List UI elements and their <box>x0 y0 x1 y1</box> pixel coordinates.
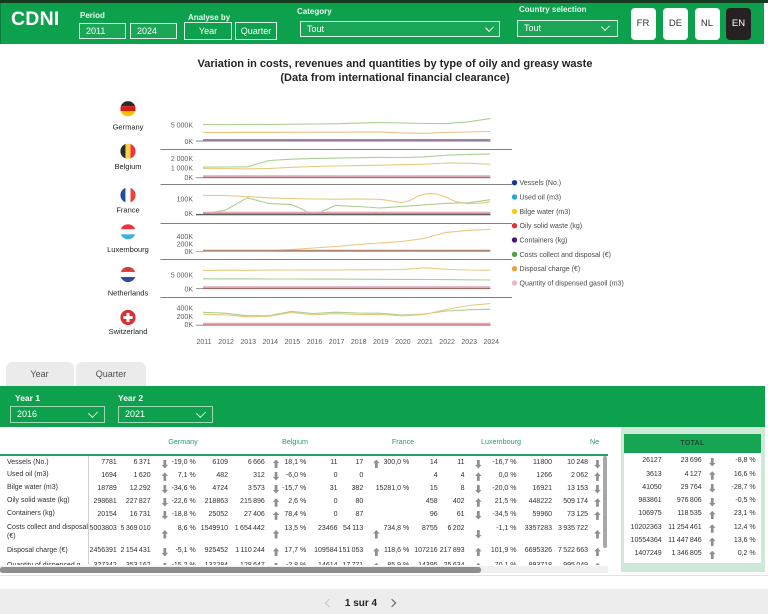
svg-text:Used oil (m3): Used oil (m3) <box>520 194 562 201</box>
svg-text:Costs collect and disposal (€): Costs collect and disposal (€) <box>520 252 611 259</box>
svg-text:2014: 2014 <box>263 339 279 346</box>
svg-text:2016: 2016 <box>307 339 323 346</box>
svg-text:5 000K: 5 000K <box>171 273 194 280</box>
svg-text:2024: 2024 <box>484 339 500 346</box>
svg-text:2011: 2011 <box>196 339 211 346</box>
svg-text:0K: 0K <box>184 211 193 218</box>
svg-text:2015: 2015 <box>285 339 301 346</box>
svg-text:200K: 200K <box>177 242 194 249</box>
svg-text:Disposal charge (€): Disposal charge (€) <box>520 266 581 273</box>
svg-text:Netherlands: Netherlands <box>108 288 149 297</box>
svg-text:0K: 0K <box>184 249 193 256</box>
svg-text:2 000K: 2 000K <box>171 156 194 163</box>
svg-text:2021: 2021 <box>417 339 433 346</box>
svg-text:2017: 2017 <box>329 339 345 346</box>
svg-text:0K: 0K <box>184 175 193 182</box>
svg-text:France: France <box>116 206 139 215</box>
svg-text:1 000K: 1 000K <box>171 166 194 173</box>
svg-text:Containers (kg): Containers (kg) <box>520 237 568 244</box>
svg-text:Vessels (No.): Vessels (No.) <box>520 180 562 187</box>
svg-text:2023: 2023 <box>461 339 477 346</box>
svg-text:100K: 100K <box>177 197 194 204</box>
svg-text:2022: 2022 <box>439 339 455 346</box>
svg-text:Luxembourg: Luxembourg <box>107 245 149 254</box>
svg-text:Oily solid waste (kg): Oily solid waste (kg) <box>520 223 583 230</box>
svg-text:5 000K: 5 000K <box>171 123 194 130</box>
svg-text:400K: 400K <box>177 306 194 313</box>
svg-text:Belgium: Belgium <box>114 162 141 171</box>
svg-text:0K: 0K <box>184 286 193 293</box>
svg-text:Bilge water (m3): Bilge water (m3) <box>520 209 571 216</box>
svg-text:Switzerland: Switzerland <box>109 327 148 336</box>
svg-text:2012: 2012 <box>218 339 234 346</box>
svg-text:2013: 2013 <box>240 339 256 346</box>
svg-text:0K: 0K <box>184 322 193 329</box>
svg-text:Quantity of dispensed gasoil (: Quantity of dispensed gasoil (m3) <box>520 280 624 287</box>
svg-text:0K: 0K <box>184 139 193 146</box>
svg-text:2018: 2018 <box>351 339 367 346</box>
svg-text:400K: 400K <box>177 234 194 241</box>
svg-text:Germany: Germany <box>113 123 144 132</box>
svg-text:2019: 2019 <box>373 339 389 346</box>
svg-text:200K: 200K <box>177 314 194 321</box>
svg-text:2020: 2020 <box>395 339 411 346</box>
